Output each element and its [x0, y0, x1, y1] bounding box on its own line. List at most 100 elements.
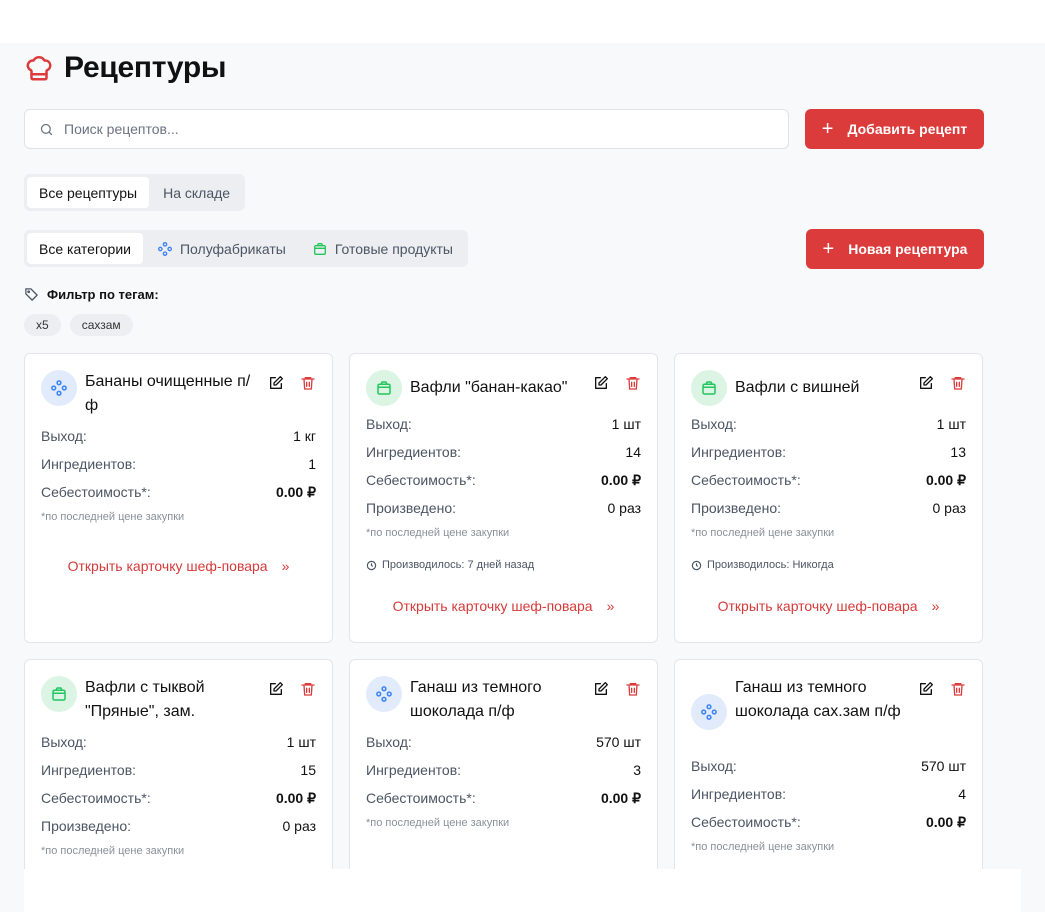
ready-product-icon [41, 676, 77, 712]
cost-row: Себестоимость*: 0.00 ₽ [691, 813, 966, 831]
page-title: Рецептуры [64, 51, 227, 84]
tab-semi-products-label: Полуфабрикаты [179, 240, 286, 257]
edit-icon[interactable] [593, 681, 609, 697]
cost-note: *по последней цене закупки [41, 511, 185, 523]
cost-row: Себестоимость*: 0.00 ₽ [691, 471, 966, 489]
recipe-name: Бананы очищенные п/ф [85, 373, 251, 414]
cost-note: *по последней цене закупки [691, 527, 835, 539]
ready-product-icon [366, 370, 402, 406]
plus-icon: + [821, 118, 834, 140]
output-row: Выход: 570 шт [366, 734, 641, 750]
delete-icon[interactable] [950, 375, 966, 391]
tab-semi-products[interactable]: Полуфабрикаты [145, 233, 298, 264]
open-chef-card-label: Открыть карточку шеф-повара [67, 558, 268, 574]
ready-product-icon [313, 242, 326, 255]
chevrons-right-icon: » [281, 558, 290, 574]
chevrons-right-icon: » [606, 598, 615, 614]
ingredients-row: Ингредиентов: 3 [366, 762, 641, 778]
edit-icon[interactable] [918, 375, 934, 391]
produced-row: Произведено: 0 раз [366, 500, 641, 516]
chef-hat-icon [26, 56, 52, 81]
ingredients-row: Ингредиентов: 14 [366, 444, 641, 460]
cost-row: Себестоимость*: 0.00 ₽ [41, 483, 316, 501]
delete-icon[interactable] [300, 375, 316, 391]
semi-product-icon [691, 694, 727, 730]
output-row: Выход: 1 шт [691, 416, 966, 432]
cost-row: Себестоимость*: 0.00 ₽ [366, 471, 641, 489]
output-row: Выход: 1 шт [366, 416, 641, 432]
ingredients-row: Ингредиентов: 4 [691, 786, 966, 802]
delete-icon[interactable] [300, 681, 316, 697]
open-chef-card-link[interactable]: Открыть карточку шеф-повара » [25, 558, 332, 574]
new-recipe-label: Новая рецептура [848, 241, 968, 257]
category-tabs: Все категории Полуфабрикаты Готовые прод… [24, 230, 468, 267]
recipe-card[interactable]: Вафли с вишней Выход: 1 шт Ингредиентов: 1… [674, 353, 983, 643]
tag-list: x5 сахзам [24, 314, 133, 336]
open-chef-card-link[interactable]: Открыть карточку шеф-повара » [675, 598, 982, 614]
stock-tabs: Все рецептуры На складе [24, 174, 246, 211]
last-produced: Производилось: Никогда [691, 559, 966, 571]
cost-note: *по последней цене закупки [41, 845, 185, 857]
semi-product-icon [157, 241, 172, 256]
add-recipe-label: Добавить рецепт [847, 121, 968, 137]
cost-note: *по последней цене закупки [366, 817, 510, 829]
output-row: Выход: 570 шт [691, 758, 966, 774]
edit-icon[interactable] [268, 681, 284, 697]
open-chef-card-link[interactable]: Открыть карточку шеф-повара » [350, 598, 657, 614]
recipe-card[interactable]: Вафли "банан-какао" Выход: 1 шт Ингредиен… [349, 353, 658, 643]
tab-ready-products-label: Готовые продукты [334, 240, 453, 257]
plus-icon: + [822, 238, 835, 260]
open-chef-card-label: Открыть карточку шеф-повара [717, 598, 918, 614]
recipe-card[interactable]: Бананы очищенные п/ф Выход: 1 кг Ингредие… [24, 353, 333, 643]
clock-icon [366, 560, 377, 570]
delete-icon[interactable] [625, 375, 641, 391]
chevrons-right-icon: » [931, 598, 940, 614]
tag-filter-label: Фильтр по тегам: [24, 287, 159, 302]
edit-icon[interactable] [918, 681, 934, 697]
search-box[interactable] [24, 109, 789, 149]
bottom-overlay [24, 869, 1021, 912]
recipe-name: Вафли с вишней [735, 379, 860, 396]
top-bar [0, 0, 1045, 43]
recipe-name: Ганаш из темного шоколада сах.зам п/ф [735, 679, 901, 720]
open-chef-card-label: Открыть карточку шеф-повара [392, 598, 593, 614]
tab-all-recipes[interactable]: Все рецептуры [27, 177, 150, 208]
tab-all-categories[interactable]: Все категории [27, 233, 143, 264]
tab-all-categories-label: Все категории [39, 240, 131, 257]
tag-chip[interactable]: x5 [24, 314, 61, 336]
ingredients-row: Ингредиентов: 13 [691, 444, 966, 460]
ready-product-icon [691, 370, 727, 406]
edit-icon[interactable] [268, 375, 284, 391]
clock-icon [691, 560, 702, 570]
semi-product-icon [41, 370, 77, 406]
page-header: Рецептуры [24, 51, 226, 85]
edit-icon[interactable] [593, 375, 609, 391]
delete-icon[interactable] [950, 681, 966, 697]
cost-row: Себестоимость*: 0.00 ₽ [366, 789, 641, 807]
ingredients-row: Ингредиентов: 1 [41, 456, 316, 472]
cost-row: Себестоимость*: 0.00 ₽ [41, 789, 316, 807]
recipe-name: Вафли с тыквой "Пряные", зам. [85, 679, 205, 720]
tab-ready-products[interactable]: Готовые продукты [300, 233, 465, 264]
tab-in-stock[interactable]: На складе [151, 177, 242, 208]
new-recipe-button[interactable]: + Новая рецептура [806, 229, 984, 269]
produced-row: Произведено: 0 раз [691, 500, 966, 516]
output-row: Выход: 1 шт [41, 734, 316, 750]
search-icon [40, 123, 53, 135]
recipe-name: Вафли "банан-какао" [410, 379, 568, 396]
tag-icon [25, 288, 38, 301]
add-recipe-button[interactable]: + Добавить рецепт [805, 109, 984, 149]
ingredients-row: Ингредиентов: 15 [41, 762, 316, 778]
recipe-name: Ганаш из темного шоколада п/ф [410, 679, 542, 720]
cost-note: *по последней цене закупки [691, 841, 835, 853]
last-produced: Производилось: 7 дней назад [366, 559, 641, 571]
search-input[interactable] [64, 121, 788, 137]
semi-product-icon [366, 676, 402, 712]
cost-note: *по последней цене закупки [366, 527, 510, 539]
delete-icon[interactable] [625, 681, 641, 697]
tag-chip[interactable]: сахзам [69, 314, 133, 336]
output-row: Выход: 1 кг [41, 428, 316, 444]
tag-filter-text: Фильтр по тегам: [47, 287, 159, 302]
produced-row: Произведено: 0 раз [41, 818, 316, 834]
recipes-page: Рецептуры + Добавить рецепт Все рецептур… [0, 43, 1045, 912]
